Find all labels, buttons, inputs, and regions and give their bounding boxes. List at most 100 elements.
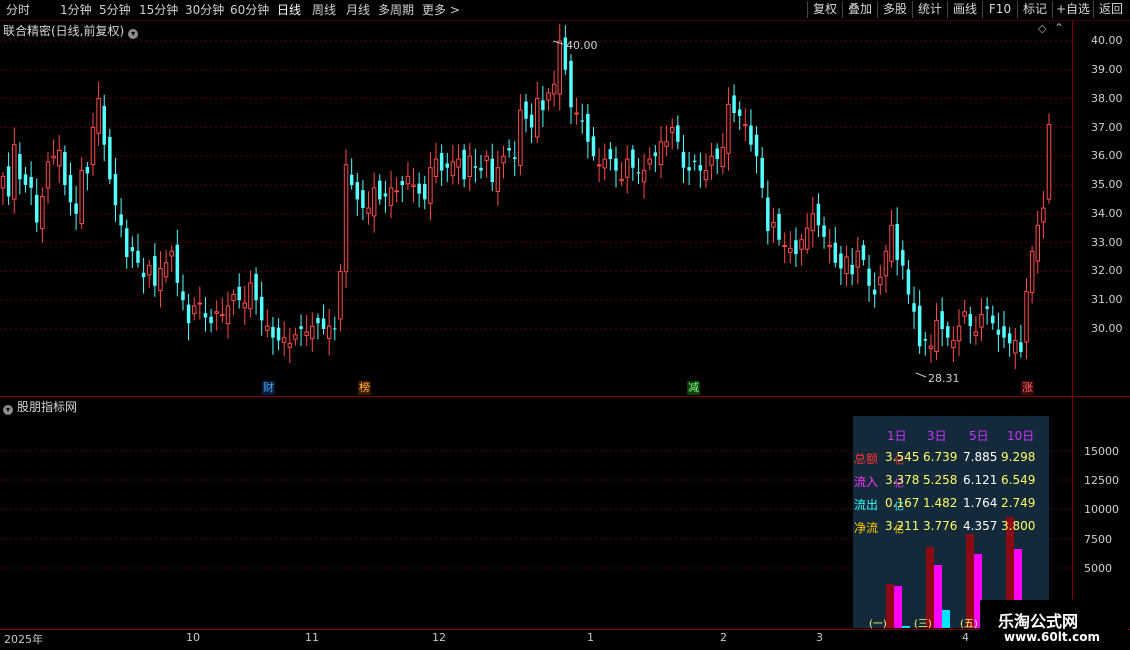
candle-body	[68, 174, 73, 203]
candle-body	[214, 311, 219, 314]
inflow-1d-value: 3.378	[885, 473, 920, 487]
candle-body	[777, 213, 781, 240]
candle-body	[186, 304, 191, 324]
candle-body	[495, 167, 501, 193]
bar-total-5d	[966, 534, 974, 628]
chevron-down-icon[interactable]: ▾	[128, 29, 139, 39]
candle-body	[349, 174, 354, 185]
candle-body	[991, 315, 995, 324]
candle-body	[979, 314, 984, 328]
candle-body	[507, 148, 511, 151]
candle-body	[715, 148, 719, 160]
candle-body	[934, 319, 939, 352]
main-chart-title-text: 联合精密(日线,前复权)	[3, 24, 125, 38]
event-tag-reduction[interactable]: 减	[687, 381, 700, 395]
bar-inflow-1d	[894, 586, 902, 628]
candle-body	[259, 296, 264, 321]
candle-body	[1013, 340, 1018, 354]
candle-body	[619, 178, 624, 182]
event-tag-finance[interactable]: 财	[262, 381, 275, 395]
candle-body	[867, 268, 871, 286]
candle-body	[535, 98, 540, 138]
row-label-net: 净流	[854, 521, 879, 535]
candle-body	[799, 239, 804, 250]
candle-body	[968, 314, 973, 327]
time-axis-label: 3	[816, 631, 823, 644]
candle-body	[146, 265, 152, 276]
candle-body	[788, 247, 793, 253]
candle-body	[56, 149, 62, 167]
candle-body	[850, 264, 854, 275]
event-tag-ranking[interactable]: 榜	[358, 381, 371, 395]
candle-body	[692, 160, 697, 162]
candle-body	[96, 98, 101, 134]
event-tag-limit-up[interactable]: 涨	[1021, 381, 1034, 395]
candle-body	[181, 291, 185, 301]
candle-body	[996, 329, 1001, 335]
candle-body	[760, 157, 764, 188]
time-axis-label: 1	[587, 631, 594, 644]
candle-body	[946, 326, 950, 338]
candle-body	[6, 166, 11, 197]
candle-body	[383, 193, 388, 197]
candle-body	[901, 250, 905, 266]
candle-body	[923, 339, 928, 341]
candle-body	[743, 124, 748, 127]
price-tick-label: 35.00	[1091, 178, 1123, 191]
candle-body	[827, 244, 832, 248]
candle-body	[281, 337, 287, 343]
candle-body	[985, 306, 989, 309]
candle-body	[726, 103, 731, 154]
candle-body	[361, 190, 365, 209]
candle-body	[794, 240, 798, 255]
candle-body	[754, 134, 759, 157]
candle-body	[197, 302, 203, 305]
watermark-title: 乐淘公式网	[998, 612, 1079, 631]
candle-body	[231, 293, 236, 301]
candle-body	[90, 126, 96, 166]
chevron-down-icon[interactable]: ▾	[3, 405, 13, 415]
candle-body	[428, 167, 433, 204]
time-axis-label: 2025年	[4, 633, 43, 646]
candle-body	[529, 114, 534, 128]
candle-body	[883, 250, 889, 277]
candle-body	[220, 314, 225, 317]
outflow-1d-value: 0.167	[885, 496, 920, 510]
price-tick-label: 30.00	[1091, 322, 1123, 335]
candle-body	[912, 303, 916, 312]
candle-body	[636, 172, 641, 174]
candle-body	[79, 170, 84, 225]
volume-tick-label: 7500	[1084, 533, 1112, 546]
time-axis-label: 2	[720, 631, 727, 644]
row-label-total: 总额	[854, 452, 879, 466]
candle-body	[445, 163, 450, 168]
time-axis-label: 12	[432, 631, 446, 644]
candle-body	[293, 334, 298, 340]
candle-body	[541, 100, 545, 111]
candle-body	[732, 95, 736, 113]
candle-body	[203, 313, 208, 318]
candle-body	[316, 317, 320, 324]
candle-body	[45, 161, 51, 189]
low-price-marker: 28.31	[928, 372, 960, 385]
main-chart-title: 联合精密(日线,前复权) ▾	[3, 22, 139, 39]
candle-body	[844, 256, 849, 275]
outflow-3d-value: 1.482	[923, 496, 958, 510]
total-10d-value: 9.298	[1001, 450, 1036, 464]
group-label: (三)	[914, 619, 932, 630]
outflow-10d-value: 2.749	[1001, 496, 1036, 510]
candle-body	[490, 158, 495, 183]
collapse-icon[interactable]: ⌃	[1054, 21, 1064, 35]
candle-body	[951, 340, 956, 349]
group-label: (五)	[960, 619, 978, 630]
candle-body	[371, 187, 377, 217]
candle-body	[513, 157, 517, 160]
diamond-icon[interactable]: ◇	[1038, 22, 1046, 35]
candle-body	[467, 155, 473, 178]
candle-body	[108, 136, 112, 180]
bar-outflow-3d	[942, 610, 950, 628]
candle-body	[782, 244, 787, 247]
indicator-name[interactable]: 股朋指标网	[17, 400, 77, 414]
panel-header-10d: 10日	[1007, 429, 1035, 443]
candle-body	[641, 170, 647, 183]
